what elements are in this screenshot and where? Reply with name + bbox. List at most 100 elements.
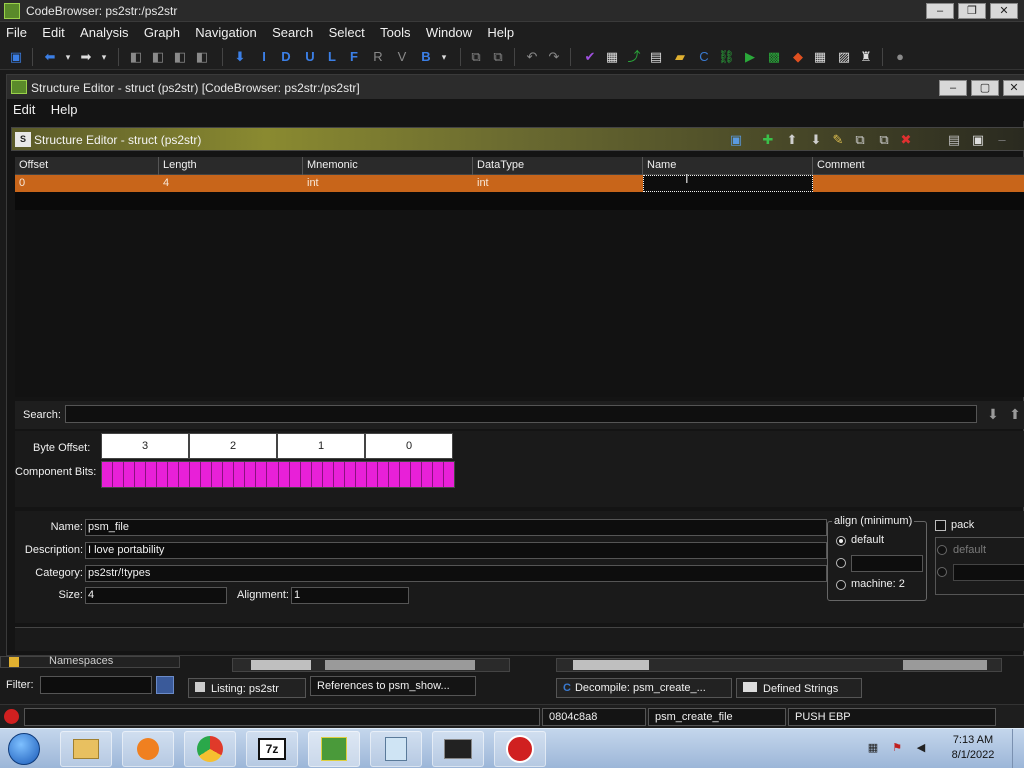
bit-cell[interactable] (190, 462, 202, 487)
back-arrow-icon[interactable]: ⬅ (42, 49, 58, 65)
start-button[interactable] (2, 730, 46, 768)
action-center-icon[interactable]: ⚑ (890, 741, 904, 755)
bit-cell[interactable] (345, 462, 356, 487)
se-menu-edit[interactable]: Edit (7, 99, 41, 121)
next-value-button[interactable]: V (394, 49, 410, 65)
forward-dropdown-icon[interactable]: ▾ (96, 49, 112, 65)
cell-name-editing[interactable] (643, 175, 813, 192)
menu-window[interactable]: Window (420, 22, 478, 44)
memory-map-icon[interactable]: ▤ (648, 49, 664, 65)
filter-options-icon[interactable] (156, 676, 174, 694)
function-graph-icon[interactable]: ⛓ (718, 49, 735, 65)
function-call-tree-icon[interactable]: ♜ (858, 49, 874, 65)
snapshot-icon[interactable]: ⧉ (468, 49, 484, 65)
run-script-icon[interactable]: ▶ (742, 49, 758, 65)
description-field[interactable]: I love portability (85, 542, 827, 559)
move-down-icon[interactable]: ⬇ (808, 132, 824, 148)
pack-default-radio[interactable] (937, 545, 947, 555)
help-bubble-icon[interactable]: ● (892, 49, 908, 65)
listing-hscrollbar[interactable] (232, 658, 510, 672)
bit-cell[interactable] (256, 462, 268, 487)
se-close-button[interactable]: ✕ (1003, 80, 1024, 96)
tab-defined-strings[interactable]: Defined Strings (736, 678, 862, 698)
bit-cell[interactable] (168, 462, 180, 487)
nav-prev-icon[interactable]: ◧ (128, 49, 144, 65)
bit-cell[interactable] (367, 462, 378, 487)
nav-label-icon[interactable]: ◧ (194, 49, 210, 65)
notepad-icon[interactable] (370, 731, 422, 767)
duplicate-multiple-icon[interactable]: ⧉ (876, 132, 892, 148)
pack-checkbox[interactable] (935, 520, 946, 531)
bit-cell[interactable] (113, 462, 125, 487)
decompile-hscrollbar[interactable] (556, 658, 1002, 672)
minimize-button[interactable]: – (926, 3, 954, 19)
size-field[interactable]: 4 (85, 587, 227, 604)
bit-cell[interactable] (223, 462, 235, 487)
media-player-icon[interactable] (122, 731, 174, 767)
checkmark-icon[interactable]: ✔ (582, 49, 598, 65)
tab-decompile[interactable]: C Decompile: psm_create_... (556, 678, 732, 698)
namespaces-row[interactable]: Namespaces (0, 655, 180, 668)
redo-icon[interactable]: ↷ (546, 49, 562, 65)
bookmark-dropdown-icon[interactable]: ▾ (436, 49, 452, 65)
show-structure-icon[interactable]: ▣ (970, 132, 986, 148)
menu-search[interactable]: Search (266, 22, 319, 44)
cell-comment[interactable] (813, 175, 1024, 192)
tab-listing[interactable]: Listing: ps2str (188, 678, 306, 698)
align-default-radio[interactable] (836, 536, 846, 546)
column-header-comment[interactable]: Comment (813, 157, 1024, 175)
component-bits-bar[interactable] (101, 461, 455, 488)
cell-mnemonic[interactable]: int (303, 175, 473, 192)
minimize-panel-icon[interactable]: – (994, 132, 1010, 148)
nav-undefined-icon[interactable]: ◧ (172, 49, 188, 65)
bit-cell[interactable] (433, 462, 444, 487)
menu-analysis[interactable]: Analysis (74, 22, 134, 44)
diamond-icon[interactable]: ◆ (790, 49, 806, 65)
bit-cell[interactable] (135, 462, 147, 487)
bit-cell[interactable] (146, 462, 158, 487)
menu-select[interactable]: Select (323, 22, 371, 44)
filter-input[interactable] (40, 676, 152, 694)
undo-icon[interactable]: ↶ (524, 49, 540, 65)
next-bookmark-button[interactable]: B (418, 49, 434, 65)
next-instruction-button[interactable]: I (256, 49, 272, 65)
bit-cell[interactable] (301, 462, 312, 487)
symbol-table-icon[interactable]: ▦ (812, 49, 828, 65)
column-header-offset[interactable]: Offset (15, 157, 159, 175)
next-reference-button[interactable]: R (370, 49, 386, 65)
next-function-button[interactable]: F (346, 49, 362, 65)
bit-cell[interactable] (212, 462, 224, 487)
bit-cell[interactable] (124, 462, 136, 487)
bit-cell[interactable] (245, 462, 257, 487)
column-header-datatype[interactable]: DataType (473, 157, 643, 175)
pack-explicit-field[interactable] (953, 564, 1024, 581)
menu-tools[interactable]: Tools (374, 22, 416, 44)
ghidra-dragon-icon[interactable] (494, 731, 546, 767)
down-arrow-icon[interactable]: ⬇ (232, 49, 248, 65)
bit-cell[interactable] (400, 462, 411, 487)
search-next-icon[interactable]: ⬇ (985, 406, 1001, 422)
add-component-icon[interactable]: ✚ (760, 132, 776, 148)
delete-icon[interactable]: ✖ (898, 132, 914, 148)
name-field[interactable]: psm_file (85, 519, 827, 536)
7zip-icon[interactable]: 7z (246, 731, 298, 767)
bit-cell[interactable] (157, 462, 169, 487)
decompile-icon[interactable]: C (696, 49, 712, 65)
network-icon[interactable]: ▦ (866, 741, 880, 755)
bit-cell[interactable] (411, 462, 422, 487)
se-minimize-button[interactable]: – (939, 80, 967, 96)
bit-cell[interactable] (279, 462, 290, 487)
align-explicit-field[interactable] (851, 555, 923, 572)
bit-cell[interactable] (201, 462, 213, 487)
terminal-icon[interactable] (432, 731, 484, 767)
system-clock[interactable]: 7:13 AM 8/1/2022 (940, 733, 1006, 763)
empty-row[interactable] (15, 192, 1024, 210)
next-label-button[interactable]: L (324, 49, 340, 65)
cell-offset[interactable]: 0 (15, 175, 159, 192)
se-maximize-button[interactable]: ▢ (971, 80, 999, 96)
bit-cell[interactable] (323, 462, 334, 487)
search-previous-icon[interactable]: ⬆ (1007, 406, 1023, 422)
se-menu-help[interactable]: Help (45, 99, 84, 121)
back-dropdown-icon[interactable]: ▾ (60, 49, 76, 65)
close-button[interactable]: ✕ (990, 3, 1018, 19)
